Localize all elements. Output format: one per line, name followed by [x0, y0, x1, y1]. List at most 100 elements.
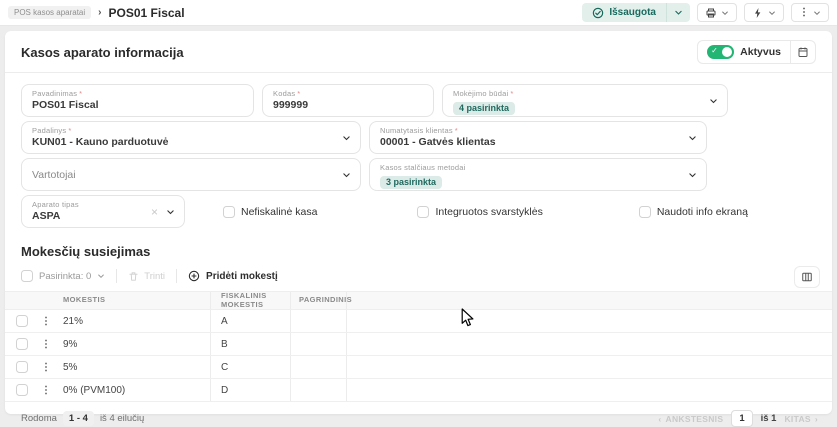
add-tax-button[interactable]: Pridėti mokestį [188, 270, 278, 282]
payment-methods-select[interactable]: Mokėjimo būdai* 4 pasirinkta [442, 84, 728, 117]
saved-button-label: Išsaugota [609, 7, 656, 18]
divider [176, 269, 177, 283]
cell-filler [347, 379, 832, 401]
column-header-fiscal-tax[interactable]: Fiskalinis mokestis [211, 292, 291, 309]
integrated-scales-checkbox[interactable] [417, 206, 429, 218]
device-type-select[interactable]: Aparato tipas ASPA × [21, 195, 185, 228]
calendar-icon [797, 46, 809, 58]
payment-methods-badge: 4 pasirinkta [453, 102, 515, 115]
required-marker: * [297, 89, 300, 98]
calendar-button[interactable] [791, 41, 815, 63]
users-placeholder: Vartotojai [32, 169, 76, 181]
select-all-checkbox[interactable] [21, 270, 33, 282]
division-select[interactable]: Padalinys* KUN01 - Kauno parduotuvė [21, 121, 361, 154]
payment-methods-label: Mokėjimo būdai [453, 89, 508, 98]
chevron-down-icon [721, 9, 729, 17]
tax-table-header: Mokestis Fiskalinis mokestis Pagrindinis [5, 291, 832, 310]
chevron-down-icon [768, 9, 776, 17]
row-menu-button[interactable]: ⋮ [33, 310, 59, 332]
breadcrumb[interactable]: POS kasos aparatai [8, 6, 91, 19]
device-type-label: Aparato tipas [32, 200, 79, 209]
cell-primary [291, 333, 347, 355]
clear-icon[interactable]: × [151, 205, 158, 219]
kebab-icon: ⋮ [799, 8, 809, 18]
drawer-methods-label: Kasos stalčiaus metodai [380, 163, 465, 172]
default-customer-select[interactable]: Numatytasis klientas* 00001 - Gatvės kli… [369, 121, 707, 154]
chevron-down-icon [813, 9, 821, 17]
topbar-actions: Išsaugota ⋮ [582, 3, 829, 22]
row-menu-button[interactable]: ⋮ [33, 333, 59, 355]
selected-count-dropdown[interactable]: Pasirinkta: 0 [21, 270, 105, 282]
column-settings-button[interactable] [794, 266, 820, 288]
chevron-down-icon[interactable] [342, 133, 351, 142]
info-section-title: Kasos aparato informacija [21, 45, 184, 60]
delete-button[interactable]: Trinti [128, 271, 165, 282]
column-header-primary[interactable]: Pagrindinis [291, 292, 347, 309]
saved-dropdown-button[interactable] [667, 3, 690, 22]
cell-filler [347, 356, 832, 378]
row-checkbox[interactable] [16, 315, 28, 327]
integrated-scales-checkbox-item[interactable]: Integruotos svarstyklės [417, 206, 542, 218]
breadcrumb-separator-icon: › [98, 7, 101, 18]
row-menu-button[interactable]: ⋮ [33, 379, 59, 401]
cell-tax: 0% (PVM100) [59, 379, 211, 401]
non-fiscal-checkbox-item[interactable]: Nefiskalinė kasa [223, 206, 317, 218]
required-marker: * [79, 89, 82, 98]
previous-page-button[interactable]: ‹ ANKSTESNIS [658, 414, 723, 424]
chevron-down-icon[interactable] [166, 207, 175, 216]
actions-flash-button[interactable] [744, 3, 784, 22]
code-field[interactable]: Kodas* 999999 [262, 84, 434, 117]
cell-primary [291, 310, 347, 332]
active-toggle[interactable]: ✓ [707, 45, 734, 59]
device-type-value: ASPA [32, 210, 158, 222]
row-checkbox[interactable] [16, 361, 28, 373]
divider [116, 269, 117, 283]
cell-primary [291, 356, 347, 378]
cell-fiscal-tax: D [211, 379, 291, 401]
column-header-tax[interactable]: Mokestis [59, 292, 211, 309]
rows-range: 1 - 4 [63, 411, 94, 426]
info-screen-checkbox[interactable] [639, 206, 651, 218]
integrated-scales-checkbox-label: Integruotos svarstyklės [435, 206, 542, 218]
active-toggle-label: Aktyvus [740, 46, 781, 58]
table-row: ⋮ 21% A [5, 310, 832, 333]
saved-split-button: Išsaugota [582, 3, 690, 22]
code-field-value: 999999 [273, 99, 407, 111]
current-page-box[interactable]: 1 [731, 410, 752, 427]
chevron-down-icon [97, 272, 105, 280]
add-tax-button-label: Pridėti mokestį [206, 271, 278, 282]
chevron-down-icon[interactable] [342, 170, 351, 179]
trash-icon [128, 271, 139, 282]
division-label: Padalinys [32, 126, 66, 135]
more-menu-button[interactable]: ⋮ [791, 3, 829, 22]
previous-page-label: ANKSTESNIS [666, 414, 724, 424]
selected-count-label: Pasirinkta: 0 [39, 271, 91, 282]
required-marker: * [510, 89, 513, 98]
row-checkbox-cell [5, 356, 33, 378]
non-fiscal-checkbox[interactable] [223, 206, 235, 218]
printer-icon [705, 7, 717, 19]
cell-filler [347, 333, 832, 355]
table-footer: Rodoma 1 - 4 iš 4 eilučių ‹ ANKSTESNIS 1… [5, 402, 832, 427]
print-button[interactable] [697, 3, 737, 22]
row-menu-button[interactable]: ⋮ [33, 356, 59, 378]
name-field[interactable]: Pavadinimas* POS01 Fiscal [21, 84, 254, 117]
chevron-down-icon[interactable] [709, 96, 718, 105]
tax-table-body: ⋮ 21% A ⋮ 9% B ⋮ 5% C ⋮ 0% (PVM100) D [5, 310, 832, 402]
cell-filler [347, 310, 832, 332]
next-page-button[interactable]: KITAS › [784, 414, 818, 424]
chevron-down-icon[interactable] [688, 170, 697, 179]
tax-section-title: Mokesčių susiejimas [5, 228, 832, 269]
row-checkbox[interactable] [16, 338, 28, 350]
row-checkbox-cell [5, 310, 33, 332]
drawer-methods-select[interactable]: Kasos stalčiaus metodai 3 pasirinkta [369, 158, 707, 191]
row-checkbox[interactable] [16, 384, 28, 396]
cell-fiscal-tax: B [211, 333, 291, 355]
required-marker: * [68, 126, 71, 135]
users-select[interactable]: Vartotojai [21, 158, 361, 191]
saved-button[interactable]: Išsaugota [582, 3, 666, 22]
showing-label: Rodoma [21, 413, 57, 424]
info-screen-checkbox-item[interactable]: Naudoti info ekraną [639, 206, 748, 218]
check-circle-icon [592, 7, 604, 19]
chevron-down-icon[interactable] [688, 133, 697, 142]
